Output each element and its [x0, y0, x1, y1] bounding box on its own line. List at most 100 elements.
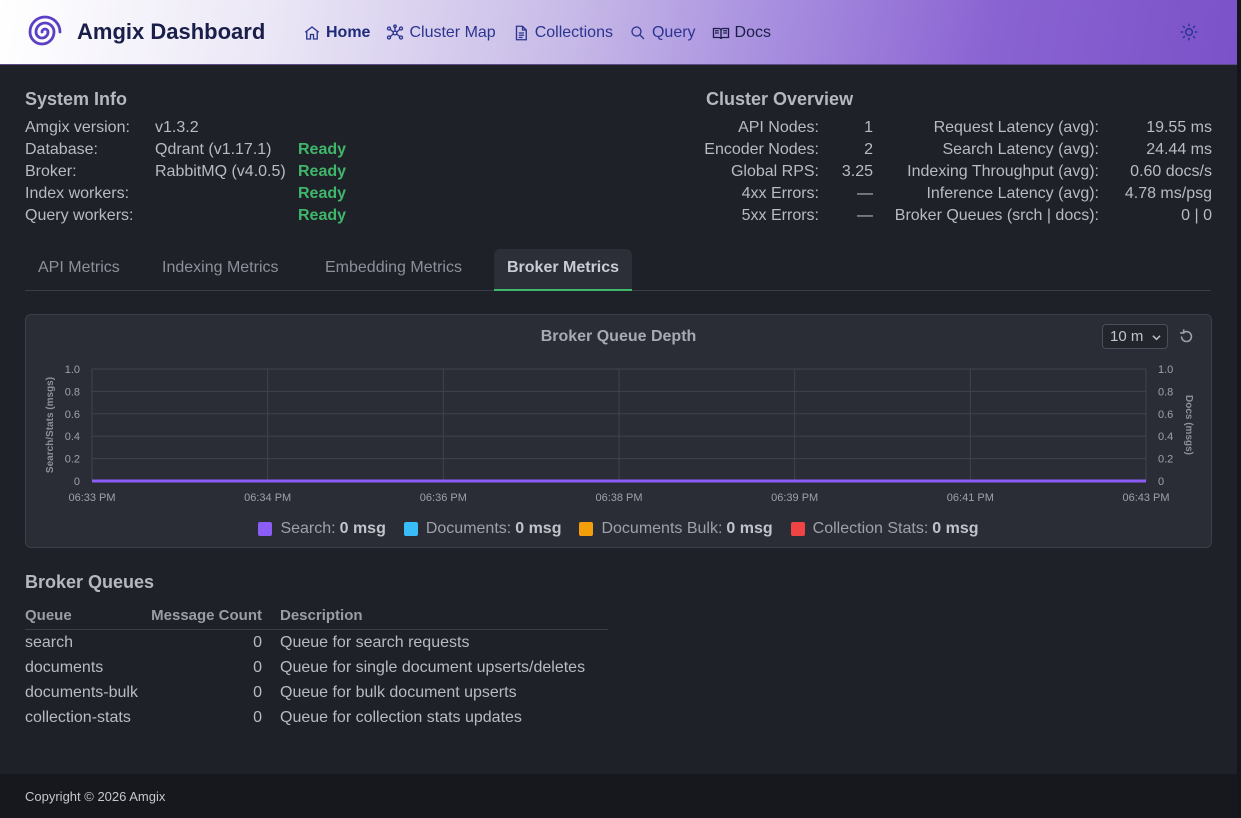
- y-tick-label: 0: [74, 476, 80, 488]
- broker-queues-title: Broker Queues: [25, 572, 155, 592]
- system-info-title: System Info: [25, 89, 128, 109]
- status-badge: Ready: [298, 141, 347, 158]
- home-icon: [304, 26, 320, 40]
- queue-description: Queue for single document upserts/delete…: [280, 659, 586, 676]
- legend-label: Documents: [425, 520, 507, 537]
- legend-value: 0 msg: [726, 520, 773, 537]
- legend-label: Search: [280, 520, 332, 537]
- legend-item[interactable]: Documents:0 msg: [403, 520, 562, 538]
- sun-icon[interactable]: [1179, 22, 1199, 42]
- nav-cluster-map-label: Cluster Map: [409, 24, 496, 41]
- status-badge: Ready: [298, 185, 347, 202]
- y-tick-label: 0.2: [65, 454, 80, 466]
- tab-api-metrics[interactable]: API Metrics: [25, 249, 133, 291]
- top-header: Amgix Dashboard Home Cluster Map Collect…: [0, 0, 1237, 65]
- cluster-metric-value: 0 | 0: [1181, 207, 1212, 224]
- cluster-metric-key: Encoder Nodes:: [704, 141, 819, 158]
- legend-value: 0 msg: [515, 520, 562, 537]
- nav-collections-label: Collections: [534, 24, 613, 41]
- y2-tick-label: 0.8: [1158, 386, 1173, 398]
- cluster-metric-value: 0.60 docs/s: [1130, 163, 1212, 180]
- column-queue: Queue: [25, 607, 72, 624]
- cluster-metric-value: 24.44 ms: [1146, 141, 1212, 158]
- network-icon: [387, 24, 404, 40]
- cluster-metric-key: API Nodes:: [738, 119, 819, 136]
- system-info-value: RabbitMQ (v4.0.5): [155, 163, 286, 180]
- y-tick-label: 0.6: [65, 409, 80, 421]
- y2-axis-label: Docs (msgs): [1183, 395, 1194, 455]
- legend-separator: :: [331, 520, 336, 537]
- cluster-metric-key: 5xx Errors:: [741, 207, 819, 224]
- table-row: search 0 Queue for search requests: [25, 630, 608, 655]
- y-tick-label: 0.4: [65, 431, 80, 443]
- message-count: 0: [253, 709, 262, 726]
- x-tick-label: 06:39 PM: [771, 492, 818, 504]
- column-message-count: Message Count: [151, 607, 262, 624]
- brand-title[interactable]: Amgix Dashboard: [77, 19, 265, 45]
- queue-description: Queue for search requests: [280, 634, 470, 651]
- cluster-metric-value: 3.25: [841, 163, 873, 180]
- amgix-logo-icon[interactable]: [26, 13, 64, 51]
- y2-tick-label: 0.2: [1158, 454, 1173, 466]
- tab-embedding-metrics[interactable]: Embedding Metrics: [312, 249, 475, 291]
- nav-query-label: Query: [651, 24, 696, 41]
- system-info-key: Broker:: [25, 163, 77, 180]
- x-tick-label: 06:43 PM: [1122, 492, 1169, 504]
- nav-home[interactable]: Home: [303, 24, 370, 42]
- cluster-metric-key: Request Latency (avg):: [933, 119, 1099, 136]
- cluster-metric-value: 1: [864, 119, 873, 136]
- x-tick-label: 06:41 PM: [947, 492, 994, 504]
- queue-description: Queue for collection stats updates: [280, 709, 522, 726]
- system-info-key: Index workers:: [25, 185, 130, 202]
- x-tick-label: 06:33 PM: [68, 492, 115, 504]
- cluster-metric-key: Global RPS:: [730, 163, 819, 180]
- message-count: 0: [253, 659, 262, 676]
- nav-cluster-map[interactable]: Cluster Map: [386, 24, 496, 42]
- queue-name: search: [25, 634, 74, 651]
- status-badge: Ready: [298, 207, 347, 224]
- cluster-metric-value: 4.78 ms/psg: [1124, 185, 1212, 202]
- nav-home-label: Home: [326, 24, 371, 41]
- broker-chart-panel: Broker Queue Depth 10 m 0 0 0.2 0.2 0.4 0.4 0.…: [25, 314, 1212, 548]
- y2-tick-label: 0.4: [1158, 431, 1173, 443]
- copyright-text: Copyright © 2026 Amgix: [25, 789, 166, 804]
- x-tick-label: 06:34 PM: [244, 492, 291, 504]
- legend-item[interactable]: Collection Stats:0 msg: [790, 520, 979, 538]
- legend-separator: :: [506, 520, 512, 537]
- status-badge: Ready: [298, 163, 347, 180]
- nav-query[interactable]: Query: [629, 24, 696, 42]
- y2-tick-label: 0.6: [1158, 409, 1173, 421]
- y-axis-label: Search/Stats (msgs): [45, 377, 56, 473]
- legend-item[interactable]: Search:0 msg: [258, 520, 386, 538]
- nav-docs-label: Docs: [734, 24, 771, 41]
- legend-separator: :: [717, 520, 723, 537]
- queue-depth-chart: 0 0 0.2 0.2 0.4 0.4 0.6 0.6 0.8 0.8 1.0 1.0 06:33 PM…: [45, 364, 1194, 504]
- queue-name: documents-bulk: [25, 684, 138, 701]
- legend-value: 0 msg: [932, 520, 979, 537]
- cluster-metric-value: —: [857, 207, 873, 224]
- cluster-metric-value: 19.55 ms: [1146, 119, 1212, 136]
- system-info-key: Query workers:: [25, 207, 134, 224]
- legend-swatch: [403, 522, 418, 536]
- cluster-metric-key: 4xx Errors:: [741, 185, 819, 202]
- cluster-metric-value: 2: [864, 141, 873, 158]
- system-info-value: Qdrant (v1.17.1): [155, 141, 272, 158]
- legend-label: Collection Stats: [812, 520, 924, 537]
- legend-item[interactable]: Documents Bulk:0 msg: [579, 520, 773, 538]
- x-tick-label: 06:38 PM: [595, 492, 642, 504]
- metrics-tabs: API Metrics Indexing Metrics Embedding M…: [25, 249, 1211, 291]
- message-count: 0: [253, 634, 262, 651]
- queue-name: documents: [25, 659, 104, 676]
- tab-indexing-metrics[interactable]: Indexing Metrics: [149, 249, 292, 291]
- cluster-metric-key: Indexing Throughput (avg):: [907, 163, 1099, 180]
- tab-broker-metrics[interactable]: Broker Metrics: [494, 249, 633, 291]
- table-row: documents 0 Queue for single document upse…: [25, 655, 608, 680]
- y2-tick-label: 0: [1158, 476, 1164, 488]
- nav-docs[interactable]: Docs: [712, 24, 771, 42]
- cluster-overview-title: Cluster Overview: [706, 89, 854, 109]
- y2-tick-label: 1.0: [1158, 364, 1173, 376]
- chart-legend: Search:0 msg Documents:0 msg Documents Bul…: [26, 520, 1211, 538]
- nav-collections[interactable]: Collections: [512, 24, 613, 42]
- system-info-value: v1.3.2: [155, 119, 199, 136]
- legend-swatch: [790, 522, 805, 536]
